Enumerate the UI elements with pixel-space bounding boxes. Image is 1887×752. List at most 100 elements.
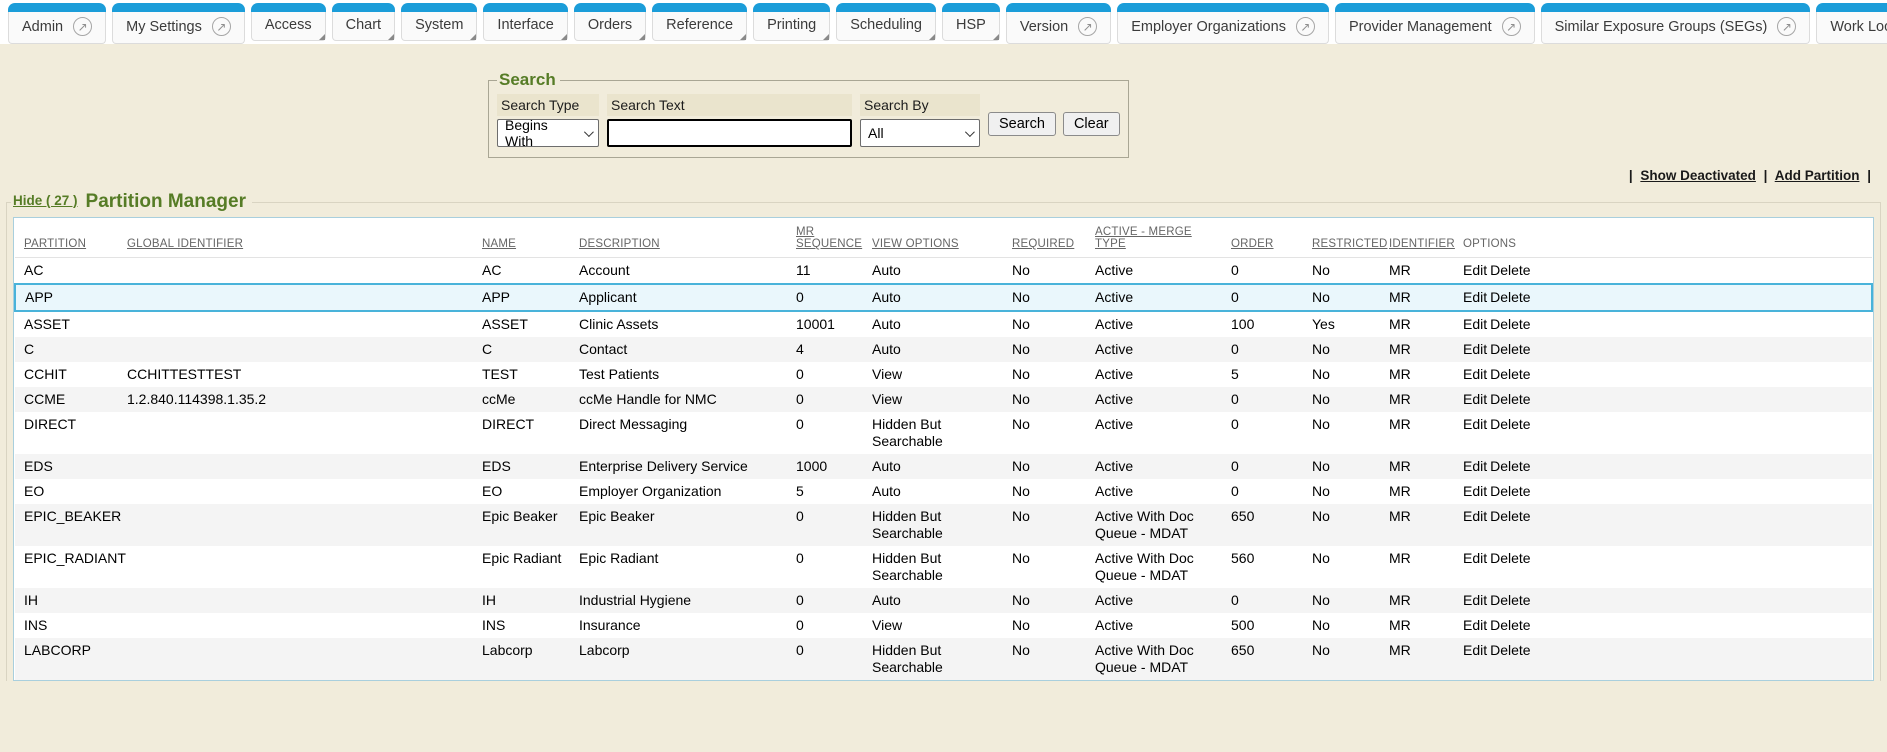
edit-link[interactable]: Edit <box>1463 483 1487 499</box>
edit-link[interactable]: Edit <box>1463 262 1487 278</box>
dropdown-corner-icon <box>388 34 394 40</box>
cell-name: C <box>478 337 575 362</box>
table-row-epic-radiant[interactable]: EPIC_RADIANTEpic RadiantEpic Radiant0Hid… <box>15 546 1872 588</box>
edit-link[interactable]: Edit <box>1463 341 1487 357</box>
tab-employer-organizations[interactable]: Employer Organizations↗ <box>1117 3 1329 44</box>
tab-printing[interactable]: Printing <box>753 3 830 41</box>
hide-link[interactable]: Hide ( 27 ) <box>13 193 78 208</box>
table-row-labcorp[interactable]: LABCORPLabcorpLabcorp0Hidden But Searcha… <box>15 638 1872 680</box>
edit-link[interactable]: Edit <box>1463 458 1487 474</box>
tab-provider-management[interactable]: Provider Management↗ <box>1335 3 1535 44</box>
edit-link[interactable]: Edit <box>1463 592 1487 608</box>
cell-mr_sequence: 0 <box>792 638 868 680</box>
table-row-ih[interactable]: IHIHIndustrial Hygiene0AutoNoActive0NoMR… <box>15 588 1872 613</box>
search-input[interactable] <box>607 119 852 147</box>
tab-work-locations[interactable]: Work Locations↗ <box>1816 3 1887 44</box>
tab-similar-exposure-groups-segs[interactable]: Similar Exposure Groups (SEGs)↗ <box>1541 3 1811 44</box>
tab-system[interactable]: System <box>401 3 477 41</box>
edit-link[interactable]: Edit <box>1463 391 1487 407</box>
tab-body: Reference <box>652 12 747 41</box>
edit-link[interactable]: Edit <box>1463 416 1487 432</box>
column-header-name[interactable]: NAME <box>478 218 575 258</box>
delete-link[interactable]: Delete <box>1490 316 1530 332</box>
tab-interface[interactable]: Interface <box>483 3 567 41</box>
delete-link[interactable]: Delete <box>1490 289 1530 305</box>
delete-link[interactable]: Delete <box>1490 262 1530 278</box>
column-header-view_options[interactable]: VIEW OPTIONS <box>868 218 1008 258</box>
partition-manager-section: Hide ( 27 )Partition Manager PARTITIONGL… <box>6 191 1881 681</box>
delete-link[interactable]: Delete <box>1490 391 1530 407</box>
search-by-value: All <box>868 125 884 141</box>
search-input-wrap <box>607 119 852 147</box>
table-row-eo[interactable]: EOEOEmployer Organization5AutoNoActive0N… <box>15 479 1872 504</box>
delete-link[interactable]: Delete <box>1490 416 1530 432</box>
edit-link[interactable]: Edit <box>1463 366 1487 382</box>
column-header-identifier[interactable]: IDENTIFIER <box>1385 218 1459 258</box>
table-row-ac[interactable]: ACACAccount11AutoNoActive0NoMREditDelete <box>15 258 1872 285</box>
tab-hsp[interactable]: HSP <box>942 3 1000 41</box>
tab-body: Similar Exposure Groups (SEGs)↗ <box>1541 12 1811 44</box>
column-header-required[interactable]: REQUIRED <box>1008 218 1091 258</box>
table-row-c[interactable]: CCContact4AutoNoActive0NoMREditDelete <box>15 337 1872 362</box>
cell-options: EditDelete <box>1459 412 1872 454</box>
tab-version[interactable]: Version↗ <box>1006 3 1111 44</box>
edit-link[interactable]: Edit <box>1463 617 1487 633</box>
column-header-partition[interactable]: PARTITION <box>15 218 123 258</box>
table-row-cchit[interactable]: CCHITCCHITTESTTESTTESTTest Patients0View… <box>15 362 1872 387</box>
delete-link[interactable]: Delete <box>1490 483 1530 499</box>
cell-active_merge_type: Active <box>1091 588 1227 613</box>
tab-reference[interactable]: Reference <box>652 3 747 41</box>
edit-link[interactable]: Edit <box>1463 642 1487 658</box>
cell-mr_sequence: 0 <box>792 387 868 412</box>
dropdown-corner-icon <box>639 34 645 40</box>
column-header-global_identifier[interactable]: GLOBAL IDENTIFIER <box>123 218 478 258</box>
search-type-label: Search Type <box>497 94 599 116</box>
delete-link[interactable]: Delete <box>1490 366 1530 382</box>
table-row-ins[interactable]: INSINSInsurance0ViewNoActive500NoMREditD… <box>15 613 1872 638</box>
search-type-select[interactable]: Begins With <box>497 119 599 147</box>
table-row-epic-beaker[interactable]: EPIC_BEAKEREpic BeakerEpic Beaker0Hidden… <box>15 504 1872 546</box>
cell-required: No <box>1008 546 1091 588</box>
delete-link[interactable]: Delete <box>1490 341 1530 357</box>
delete-link[interactable]: Delete <box>1490 508 1530 524</box>
tab-chart[interactable]: Chart <box>332 3 395 41</box>
search-by-select[interactable]: All <box>860 119 980 147</box>
table-row-direct[interactable]: DIRECTDIRECTDirect Messaging0Hidden But … <box>15 412 1872 454</box>
tab-access[interactable]: Access <box>251 3 326 41</box>
delete-link[interactable]: Delete <box>1490 642 1530 658</box>
column-header-mr_sequence[interactable]: MRSEQUENCE <box>792 218 868 258</box>
column-header-order[interactable]: ORDER <box>1227 218 1308 258</box>
table-row-eds[interactable]: EDSEDSEnterprise Delivery Service1000Aut… <box>15 454 1872 479</box>
delete-link[interactable]: Delete <box>1490 617 1530 633</box>
edit-link[interactable]: Edit <box>1463 316 1487 332</box>
cell-active_merge_type: Active <box>1091 311 1227 337</box>
cell-options: EditDelete <box>1459 311 1872 337</box>
edit-link[interactable]: Edit <box>1463 508 1487 524</box>
table-row-ccme[interactable]: CCME1.2.840.114398.1.35.2ccMeccMe Handle… <box>15 387 1872 412</box>
table-row-app[interactable]: APPAPPApplicant0AutoNoActive0NoMREditDel… <box>15 284 1872 311</box>
tab-admin[interactable]: Admin↗ <box>8 3 106 44</box>
edit-link[interactable]: Edit <box>1463 550 1487 566</box>
tab-orders[interactable]: Orders <box>574 3 646 41</box>
cell-restricted: No <box>1308 284 1385 311</box>
cell-order: 560 <box>1227 546 1308 588</box>
add-partition-link[interactable]: Add Partition <box>1775 168 1860 183</box>
cell-restricted: No <box>1308 504 1385 546</box>
column-header-description[interactable]: DESCRIPTION <box>575 218 792 258</box>
edit-link[interactable]: Edit <box>1463 289 1487 305</box>
search-button[interactable]: Search <box>988 112 1056 136</box>
delete-link[interactable]: Delete <box>1490 458 1530 474</box>
popout-arrow-icon: ↗ <box>1078 17 1097 36</box>
tab-my-settings[interactable]: My Settings↗ <box>112 3 245 44</box>
column-header-restricted[interactable]: RESTRICTED <box>1308 218 1385 258</box>
show-deactivated-link[interactable]: Show Deactivated <box>1640 168 1756 183</box>
cell-order: 0 <box>1227 454 1308 479</box>
tab-scheduling[interactable]: Scheduling <box>836 3 936 41</box>
cell-identifier: MR <box>1385 337 1459 362</box>
delete-link[interactable]: Delete <box>1490 550 1530 566</box>
column-header-active_merge_type[interactable]: ACTIVE - MERGETYPE <box>1091 218 1227 258</box>
delete-link[interactable]: Delete <box>1490 592 1530 608</box>
clear-button[interactable]: Clear <box>1063 112 1120 136</box>
cell-mr_sequence: 1000 <box>792 454 868 479</box>
table-row-asset[interactable]: ASSETASSETClinic Assets10001AutoNoActive… <box>15 311 1872 337</box>
